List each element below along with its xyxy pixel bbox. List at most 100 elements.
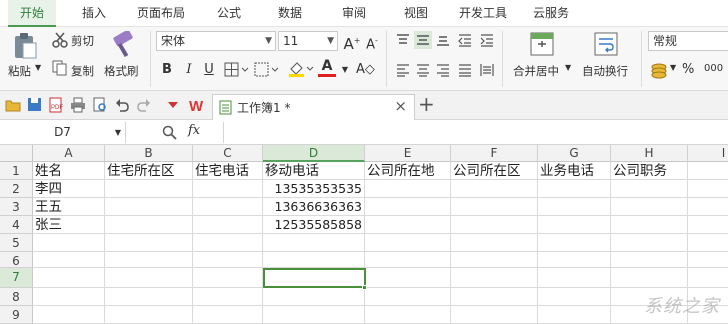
paste-icon[interactable]	[12, 32, 38, 60]
align-middle-icon[interactable]	[414, 31, 432, 49]
cell-d2[interactable]: 13535353535	[263, 180, 365, 198]
save-icon[interactable]	[27, 97, 42, 112]
column-header-e[interactable]: E	[365, 145, 451, 162]
justify-icon[interactable]	[458, 63, 472, 77]
cell-h5[interactable]	[611, 234, 688, 252]
fill-color-icon[interactable]	[288, 60, 314, 78]
export-pdf-icon[interactable]: PDF	[48, 97, 64, 113]
merge-center-icon[interactable]	[530, 32, 554, 56]
font-name-select[interactable]: 宋体 ▼	[156, 31, 276, 51]
open-folder-icon[interactable]	[5, 98, 21, 112]
paste-dropdown-icon[interactable]: ▼	[35, 63, 41, 72]
close-tab-icon[interactable]: ×	[394, 97, 407, 115]
cell-c9[interactable]	[193, 306, 263, 324]
print-preview-icon[interactable]	[92, 97, 108, 113]
cell-e1[interactable]: 公司所在地	[365, 162, 451, 180]
cell-b1[interactable]: 住宅所在区	[105, 162, 193, 180]
cell-f2[interactable]	[451, 180, 538, 198]
cell-c3[interactable]	[193, 198, 263, 216]
document-tab[interactable]: 工作簿1 * ×	[212, 94, 415, 120]
tab-formulas[interactable]: 公式	[207, 0, 251, 27]
cell-i5[interactable]	[688, 234, 728, 252]
cell-f3[interactable]	[451, 198, 538, 216]
cell-b8[interactable]	[105, 288, 193, 306]
cell-b6[interactable]	[105, 252, 193, 268]
tab-developer[interactable]: 开发工具	[450, 0, 516, 27]
cell-d5[interactable]	[263, 234, 365, 252]
currency-dropdown-icon[interactable]: ▼	[670, 63, 676, 72]
column-header-a[interactable]: A	[33, 145, 105, 162]
cell-i2[interactable]	[688, 180, 728, 198]
font-color-icon[interactable]: A	[318, 58, 336, 77]
decrease-indent-icon[interactable]	[458, 33, 472, 47]
row-header-2[interactable]: 2	[0, 180, 33, 198]
row-header-4[interactable]: 4	[0, 216, 33, 234]
cell-a6[interactable]	[33, 252, 105, 268]
cell-e4[interactable]	[365, 216, 451, 234]
row-header-3[interactable]: 3	[0, 198, 33, 216]
cell-a2[interactable]: 李四	[33, 180, 105, 198]
cell-e8[interactable]	[365, 288, 451, 306]
cell-i7[interactable]	[688, 268, 728, 288]
cell-d1[interactable]: 移动电话	[263, 162, 365, 180]
cell-c7[interactable]	[193, 268, 263, 288]
formula-input[interactable]	[223, 122, 728, 143]
cell-b4[interactable]	[105, 216, 193, 234]
wrap-text-icon[interactable]	[594, 32, 618, 56]
cell-d6[interactable]	[263, 252, 365, 268]
column-header-c[interactable]: C	[193, 145, 263, 162]
format-painter-icon[interactable]	[110, 31, 136, 59]
cell-g3[interactable]	[538, 198, 611, 216]
customize-dropdown-icon[interactable]	[166, 99, 180, 111]
cell-a1[interactable]: 姓名	[33, 162, 105, 180]
cell-f9[interactable]	[451, 306, 538, 324]
cell-c6[interactable]	[193, 252, 263, 268]
increase-font-icon[interactable]: A+	[343, 31, 361, 53]
cell-a4[interactable]: 张三	[33, 216, 105, 234]
align-bottom-icon[interactable]	[436, 33, 450, 47]
cell-h7[interactable]	[611, 268, 688, 288]
align-left-icon[interactable]	[396, 63, 410, 77]
wps-logo-icon[interactable]: W	[188, 96, 208, 114]
column-header-g[interactable]: G	[538, 145, 611, 162]
tab-insert[interactable]: 插入	[70, 0, 118, 27]
cell-b9[interactable]	[105, 306, 193, 324]
new-tab-icon[interactable]: +	[418, 92, 435, 116]
cell-h2[interactable]	[611, 180, 688, 198]
cell-a8[interactable]	[33, 288, 105, 306]
cell-c5[interactable]	[193, 234, 263, 252]
number-format-select[interactable]: 常规	[648, 31, 728, 51]
tab-view[interactable]: 视图	[394, 0, 438, 27]
cell-h4[interactable]	[611, 216, 688, 234]
name-box-dropdown-icon[interactable]: ▼	[115, 122, 121, 143]
clear-format-icon[interactable]: A◇	[356, 60, 375, 80]
copy-button[interactable]: 复制	[71, 63, 94, 79]
cell-c8[interactable]	[193, 288, 263, 306]
cell-e2[interactable]	[365, 180, 451, 198]
cell-g7[interactable]	[538, 268, 611, 288]
decrease-font-icon[interactable]: A-	[363, 31, 381, 52]
align-center-icon[interactable]	[416, 63, 430, 77]
align-right-icon[interactable]	[436, 63, 450, 77]
cell-g6[interactable]	[538, 252, 611, 268]
cell-g2[interactable]	[538, 180, 611, 198]
merge-center-button[interactable]: 合并居中	[513, 63, 559, 79]
thousands-button[interactable]: 000	[704, 63, 723, 74]
cell-c1[interactable]: 住宅电话	[193, 162, 263, 180]
function-icon[interactable]: fx	[188, 123, 200, 138]
name-box[interactable]: D7 ▼	[0, 122, 126, 143]
format-painter-button[interactable]: 格式刷	[104, 63, 139, 79]
cell-f4[interactable]	[451, 216, 538, 234]
row-header-8[interactable]: 8	[0, 288, 33, 306]
column-header-f[interactable]: F	[451, 145, 538, 162]
cell-i6[interactable]	[688, 252, 728, 268]
redo-icon[interactable]	[137, 98, 151, 112]
cell-c4[interactable]	[193, 216, 263, 234]
cell-b7[interactable]	[105, 268, 193, 288]
cell-g1[interactable]: 业务电话	[538, 162, 611, 180]
paste-button[interactable]: 粘贴	[8, 63, 31, 79]
cell-f8[interactable]	[451, 288, 538, 306]
cell-e3[interactable]	[365, 198, 451, 216]
font-color-dropdown-icon[interactable]: ▼	[336, 60, 354, 80]
fill-handle[interactable]	[362, 285, 367, 290]
